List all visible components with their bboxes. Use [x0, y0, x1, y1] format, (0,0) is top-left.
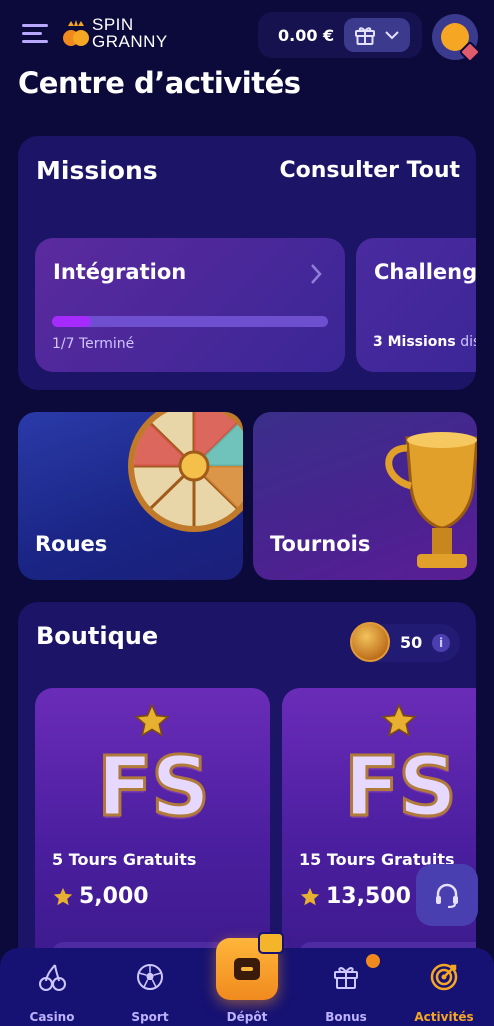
mission-count: 3 Missions	[373, 334, 456, 350]
coins-balance[interactable]: 50 i	[350, 622, 460, 662]
gift-icon	[334, 967, 358, 989]
consult-all-link[interactable]: Consulter Tout	[279, 158, 460, 183]
free-spins-badge: FS	[95, 739, 211, 837]
logo-mark-icon	[63, 20, 89, 46]
logo-text: SPIN GRANNY	[92, 16, 168, 50]
star-icon	[381, 703, 417, 737]
soccer-ball-icon	[137, 964, 163, 990]
logo-line-spin: SPIN	[92, 15, 134, 34]
missions-section: Missions Consulter Tout Intégration 1/7 …	[18, 136, 476, 390]
chevron-right-icon	[311, 264, 322, 284]
missions-title: Missions	[36, 156, 158, 185]
logo-line-granny: GRANNY	[92, 32, 168, 51]
wheel-of-fortune-icon	[128, 412, 243, 532]
mission-status: 3 Missions dis	[373, 334, 476, 350]
gift-icon	[258, 932, 284, 954]
shop-item-15-free-spins[interactable]: FS 15 Tours Gratuits 13,500	[282, 688, 476, 982]
shop-item-name: 5 Tours Gratuits	[52, 850, 197, 869]
info-icon[interactable]: i	[432, 634, 450, 652]
wheels-label: Roues	[35, 532, 108, 556]
cherries-icon	[39, 964, 66, 991]
gift-icon	[355, 27, 375, 45]
shop-item-price: 13,500	[326, 884, 411, 909]
star-icon	[134, 703, 170, 737]
nav-label: Bonus	[325, 1010, 367, 1024]
nav-label: Dépôt	[226, 1010, 268, 1024]
mission-card-challenge[interactable]: Challenge 3 Missions dis	[356, 238, 476, 372]
trophy-icon	[385, 432, 477, 568]
balance-amount: 0.00 €	[278, 26, 335, 45]
bonus-notification-dot	[366, 954, 380, 968]
target-icon	[430, 963, 458, 991]
tournaments-label: Tournois	[270, 532, 371, 556]
mission-progress-fill	[52, 316, 92, 327]
wallet-icon	[234, 958, 260, 980]
user-avatar[interactable]	[432, 14, 482, 64]
coin-icon	[350, 622, 390, 662]
spin-granny-logo[interactable]: SPIN GRANNY	[62, 12, 172, 54]
star-icon	[300, 887, 320, 906]
shop-item-price: 5,000	[79, 884, 149, 909]
top-header: SPIN GRANNY 0.00 €	[0, 0, 494, 70]
bottom-nav: Casino Sport Dépôt Bonus Activités	[0, 932, 494, 1026]
mission-progress-bar	[52, 316, 328, 327]
mission-status-text: dis	[460, 334, 476, 350]
nav-deposit[interactable]: Dépôt	[207, 932, 287, 1024]
shop-section: Boutique 50 i FS 5 Tours Gratuits 5,000 …	[18, 602, 476, 982]
nav-sport[interactable]: Sport	[110, 958, 190, 1024]
wallet-dropdown-button[interactable]	[344, 18, 410, 52]
chevron-down-icon	[385, 31, 399, 40]
mission-name: Intégration	[53, 260, 187, 284]
nav-activities[interactable]: Activités	[404, 958, 484, 1024]
free-spins-badge: FS	[342, 739, 458, 837]
support-headset-button[interactable]	[416, 864, 478, 926]
deposit-button[interactable]	[216, 932, 284, 1000]
page-title: Centre d’activités	[18, 66, 301, 100]
mission-name: Challenge	[374, 260, 476, 284]
headset-icon	[436, 883, 458, 908]
star-icon	[53, 887, 73, 906]
coins-value: 50	[400, 633, 423, 652]
nav-label: Casino	[29, 1010, 75, 1024]
balance-box[interactable]: 0.00 €	[258, 12, 422, 58]
nav-casino[interactable]: Casino	[12, 958, 92, 1024]
mission-card-integration[interactable]: Intégration 1/7 Terminé	[35, 238, 345, 372]
tournaments-card[interactable]: Tournois	[253, 412, 477, 580]
nav-label: Sport	[131, 1010, 169, 1024]
nav-label: Activités	[414, 1010, 474, 1024]
mission-status: 1/7 Terminé	[52, 336, 135, 352]
wheels-card[interactable]: Roues	[18, 412, 243, 580]
shop-title: Boutique	[36, 622, 159, 650]
hamburger-menu-icon[interactable]	[22, 24, 48, 44]
